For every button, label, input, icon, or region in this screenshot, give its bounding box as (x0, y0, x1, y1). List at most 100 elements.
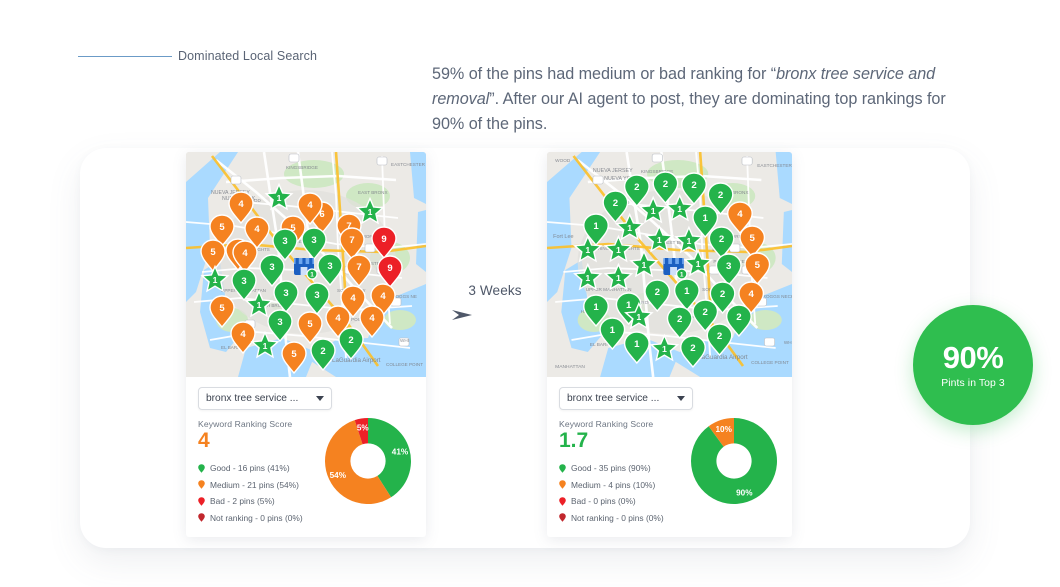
svg-text:2: 2 (718, 190, 723, 201)
ranking-donut-chart-before: 41% 54% 5% (324, 417, 412, 510)
legend-item: Medium - 21 pins (54%) (198, 480, 303, 490)
svg-text:90%: 90% (736, 488, 753, 497)
ranking-map-before[interactable]: KINGSBRIDGEEASTCHESTEREAST BRONXWEST BRO… (186, 152, 426, 377)
svg-text:1: 1 (627, 223, 632, 233)
svg-text:1: 1 (585, 245, 590, 255)
svg-text:KINGSBRIDGE: KINGSBRIDGE (286, 165, 318, 170)
legend-label: Not ranking - 0 pins (0%) (210, 512, 303, 523)
transition-indicator: 3 Weeks (450, 283, 540, 323)
lede-part-2: ”. After our AI agent to post, they are … (432, 90, 946, 134)
legend-pin-icon (198, 513, 205, 522)
svg-text:7: 7 (356, 262, 361, 273)
keyword-select-value: bronx tree service ... (206, 393, 299, 404)
keyword-select-after[interactable]: bronx tree service ... (559, 387, 693, 410)
eyebrow-rule (78, 55, 172, 57)
svg-text:10%: 10% (716, 425, 733, 434)
svg-text:1: 1 (616, 273, 621, 283)
svg-text:4: 4 (242, 248, 248, 259)
svg-text:1: 1 (677, 204, 682, 214)
badge-caption: Pints in Top 3 (941, 377, 1005, 389)
legend-pin-icon (198, 463, 205, 473)
svg-text:4: 4 (737, 209, 743, 220)
svg-text:1: 1 (696, 259, 701, 269)
svg-text:1: 1 (636, 312, 641, 322)
ranking-card-after: WOOD KINGSBRIDGE EASTCHESTER EAST BRONX WEST… (547, 152, 792, 537)
svg-text:3: 3 (282, 236, 287, 247)
ranking-card-before: KINGSBRIDGEEASTCHESTEREAST BRONXWEST BRO… (186, 152, 426, 537)
score-value: 4 (198, 429, 210, 452)
svg-text:2: 2 (736, 312, 741, 323)
svg-text:1: 1 (310, 272, 314, 279)
svg-text:2: 2 (691, 180, 696, 191)
svg-text:Fort Lee: Fort Lee (553, 234, 573, 240)
svg-text:5%: 5% (357, 424, 370, 433)
svg-text:1: 1 (642, 260, 647, 270)
legend-pin-icon (198, 480, 205, 489)
svg-text:9: 9 (387, 263, 392, 274)
svg-text:2: 2 (719, 234, 724, 245)
svg-text:1: 1 (651, 206, 656, 216)
svg-text:3: 3 (327, 261, 332, 272)
svg-text:2: 2 (690, 343, 695, 354)
svg-text:4: 4 (254, 224, 260, 235)
transition-label: 3 Weeks (468, 283, 522, 298)
legend-label: Bad - 2 pins (5%) (210, 496, 275, 507)
keyword-select-before[interactable]: bronx tree service ... (198, 387, 332, 410)
legend-before: Good - 16 pins (41%) Medium - 21 pins (5… (198, 463, 303, 523)
metrics-before: Keyword Ranking Score 4 Good - 16 pins (… (198, 417, 414, 523)
legend-label: Bad - 0 pins (0%) (571, 496, 636, 507)
svg-text:2: 2 (655, 287, 660, 298)
svg-text:4: 4 (238, 199, 244, 210)
svg-text:COLLEGE POINT: COLLEGE POINT (386, 362, 423, 367)
card-body-before: bronx tree service ... Keyword Ranking S… (186, 377, 426, 537)
legend-pin-icon (559, 513, 566, 522)
svg-text:1: 1 (257, 300, 262, 310)
svg-text:WHITE: WHITE (784, 340, 792, 345)
card-body-after: bronx tree service ... Keyword Ranking S… (547, 377, 792, 537)
score-label: Keyword Ranking Score (559, 419, 654, 429)
keyword-select-value: bronx tree service ... (567, 393, 660, 404)
legend-item: Not ranking - 0 pins (0%) (559, 513, 664, 523)
score-value: 1.7 (559, 429, 589, 452)
svg-text:1: 1 (680, 272, 684, 279)
metrics-after: Keyword Ranking Score 1.7 Good - 35 pins… (559, 418, 780, 523)
svg-text:1: 1 (213, 275, 218, 285)
lede-paragraph: 59% of the pins had medium or bad rankin… (432, 62, 952, 137)
svg-text:2: 2 (634, 182, 639, 193)
svg-text:1: 1 (616, 245, 621, 255)
svg-text:COLLEGE POINT: COLLEGE POINT (751, 360, 789, 365)
svg-text:LaGuardia Airport: LaGuardia Airport (332, 357, 381, 364)
svg-text:3: 3 (241, 276, 246, 287)
svg-text:54%: 54% (330, 471, 347, 480)
legend-pin-icon (198, 496, 205, 506)
svg-text:9: 9 (381, 234, 386, 245)
svg-text:2: 2 (703, 307, 708, 318)
svg-text:41%: 41% (392, 447, 409, 456)
ranking-map-after[interactable]: WOOD KINGSBRIDGE EASTCHESTER EAST BRONX WEST… (547, 152, 792, 377)
badge-value: 90% (942, 339, 1004, 375)
svg-text:EASTCHESTER: EASTCHESTER (757, 163, 792, 168)
svg-text:WOOD: WOOD (555, 158, 571, 163)
svg-text:2: 2 (348, 335, 353, 346)
svg-text:4: 4 (350, 293, 356, 304)
svg-text:5: 5 (749, 233, 755, 244)
svg-text:1: 1 (277, 193, 282, 203)
legend-item: Medium - 4 pins (10%) (559, 480, 664, 490)
arrow-right-icon (452, 310, 472, 320)
svg-text:5: 5 (210, 247, 216, 258)
section-eyebrow: Dominated Local Search (78, 49, 317, 63)
svg-text:5: 5 (219, 303, 225, 314)
chevron-down-icon (316, 396, 324, 401)
svg-text:5: 5 (291, 349, 297, 360)
svg-text:3: 3 (726, 261, 731, 272)
svg-text:4: 4 (748, 289, 754, 300)
svg-text:2: 2 (717, 331, 722, 342)
svg-text:MANHATTAN: MANHATTAN (555, 364, 585, 370)
svg-text:1: 1 (634, 339, 640, 350)
svg-text:2: 2 (677, 314, 682, 325)
svg-text:3: 3 (283, 288, 288, 299)
svg-text:3: 3 (314, 290, 319, 301)
svg-text:1: 1 (263, 341, 268, 351)
legend-item: Good - 35 pins (90%) (559, 463, 664, 473)
svg-text:4: 4 (335, 313, 341, 324)
